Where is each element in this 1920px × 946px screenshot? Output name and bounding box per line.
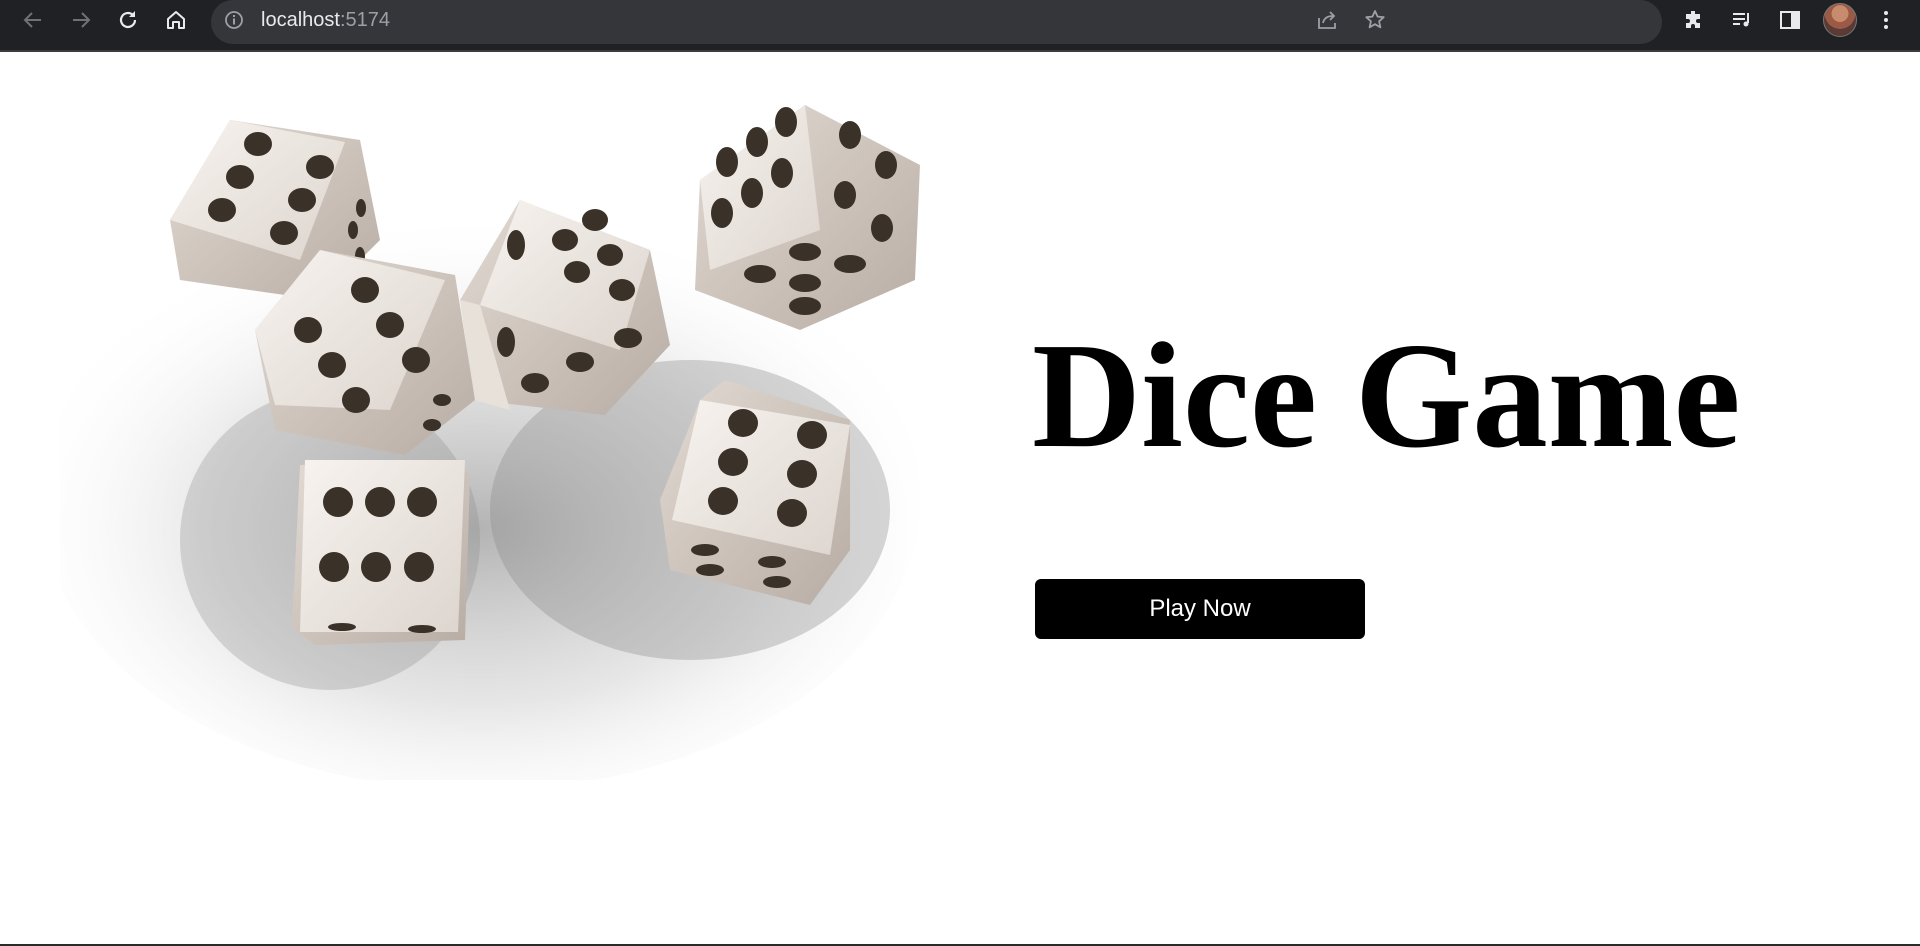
play-now-button[interactable]: Play Now — [1035, 579, 1365, 639]
info-icon[interactable] — [224, 10, 244, 30]
star-icon[interactable] — [1355, 0, 1395, 40]
page-title: Dice Game — [1032, 311, 1741, 479]
dice-image — [60, 105, 920, 780]
url-host: localhost — [261, 9, 340, 31]
die-bottom-left — [292, 460, 470, 645]
side-panel-icon[interactable] — [1770, 0, 1810, 40]
forward-arrow-icon[interactable] — [61, 0, 101, 40]
home-icon[interactable] — [156, 0, 196, 40]
avatar[interactable] — [1823, 3, 1857, 37]
media-queue-icon[interactable] — [1722, 0, 1762, 40]
back-arrow-icon[interactable] — [13, 0, 53, 40]
reload-icon[interactable] — [108, 0, 148, 40]
url-port: :5174 — [339, 9, 390, 31]
more-menu-icon[interactable] — [1866, 0, 1906, 40]
die-top-right — [695, 105, 920, 330]
address-bar[interactable]: localhost:5174 — [211, 0, 1662, 44]
browser-toolbar: localhost:5174 — [0, 0, 1920, 52]
extensions-icon[interactable] — [1674, 0, 1714, 40]
url-text[interactable]: localhost:5174 — [261, 0, 390, 40]
share-icon[interactable] — [1307, 0, 1347, 40]
